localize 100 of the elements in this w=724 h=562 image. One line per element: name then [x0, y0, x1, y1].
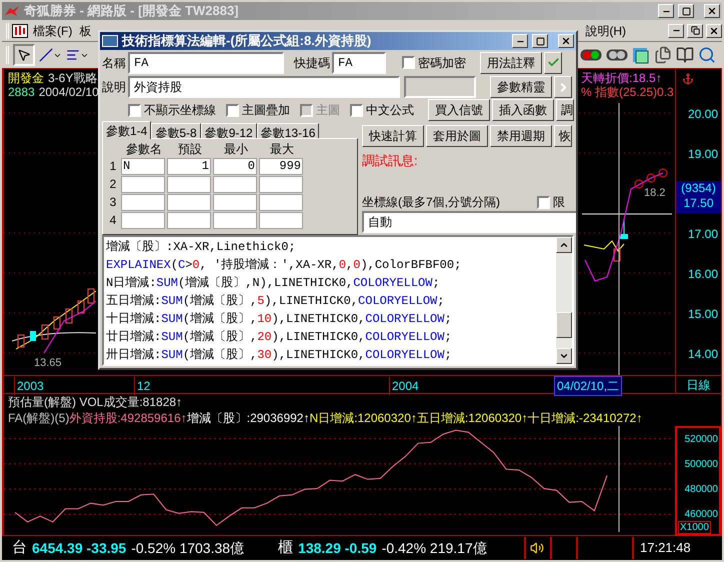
parameter-cell[interactable]: 999: [259, 158, 303, 174]
parameter-tab[interactable]: 參數9-12: [200, 123, 257, 139]
line-icon: [39, 48, 53, 62]
parameter-cell[interactable]: [167, 194, 211, 210]
indicator-legend: FA(解盤)(5): [8, 409, 70, 427]
y-axis-label: 520000: [684, 434, 718, 446]
stock-name: 開發金: [8, 71, 44, 85]
check-icon: [546, 56, 560, 69]
maximize-button[interactable]: [532, 34, 548, 48]
close-button[interactable]: [558, 34, 574, 48]
dialog-button[interactable]: 恢: [554, 125, 572, 147]
menu-item[interactable]: 說明(H): [583, 22, 628, 40]
maximize-button[interactable]: [678, 4, 694, 18]
dialog-button[interactable]: 用法註釋: [480, 52, 542, 74]
parameter-cell[interactable]: [213, 194, 257, 210]
close-icon: [709, 26, 719, 36]
market-quote: 6454.39 -33.95: [32, 538, 126, 558]
parameter-cell[interactable]: [121, 194, 165, 210]
restore-button[interactable]: [687, 24, 703, 38]
list-icon: [66, 48, 80, 62]
next-button[interactable]: [554, 76, 572, 98]
scrollbar[interactable]: [556, 237, 572, 364]
checkbox-label: 中文公式: [366, 102, 414, 119]
indicator-legend: N日增減:12060320↑: [309, 409, 417, 427]
column-header: 參數名: [125, 141, 163, 158]
parameter-cell[interactable]: [259, 194, 303, 210]
menu-item[interactable]: 板: [77, 22, 94, 40]
dialog-title: 技術指標算法編輯-(所屬公式組:8.外資持股): [122, 32, 372, 50]
parameter-cell[interactable]: [167, 176, 211, 192]
checkbox-label: 主圖: [316, 102, 340, 119]
parameter-cell[interactable]: 0: [213, 158, 257, 174]
dialog-button[interactable]: 快速計算: [362, 125, 424, 147]
glasses-icon[interactable]: [606, 48, 628, 62]
pointer-tool-button[interactable]: [13, 44, 35, 66]
indicator-legend: 增減〔股〕:29036992↑: [186, 409, 310, 427]
current-price-box: (9354) 17.50: [676, 181, 721, 213]
parameter-cell[interactable]: [167, 212, 211, 228]
anchor-icon: [682, 73, 694, 85]
menu-item[interactable]: 檔案(F): [31, 22, 74, 40]
checkbox[interactable]: [350, 104, 363, 116]
y-axis-label: 480000: [684, 484, 718, 496]
dialog-button[interactable]: 調: [556, 99, 574, 121]
parameter-tab[interactable]: 參數13-16: [256, 123, 320, 139]
indicator-legend: 十日增減:-23410272↑: [528, 409, 642, 427]
parameter-cell[interactable]: 1: [167, 158, 211, 174]
dialog-button[interactable]: 套用於圖: [426, 125, 488, 147]
parameter-tab[interactable]: 參數5-8: [151, 123, 201, 139]
parameter-cell[interactable]: N: [121, 158, 165, 174]
code-line: 廿日增減:SUM(增減〔股〕,20),LINETHICK0,COLORYELLOW;: [106, 329, 452, 346]
parameter-cell[interactable]: [213, 212, 257, 228]
dialog-button[interactable]: 禁用週期: [490, 125, 552, 147]
close-button[interactable]: [704, 4, 720, 18]
axis-lines-field[interactable]: 自動: [362, 211, 576, 233]
minimize-button[interactable]: [658, 4, 674, 18]
list-tool-button[interactable]: [66, 48, 89, 62]
checkbox-label: 不顯示坐標線: [144, 102, 216, 119]
checkbox[interactable]: [537, 196, 550, 208]
speaker-icon[interactable]: [530, 541, 544, 555]
fox-logo-icon: [4, 5, 20, 17]
line-tool-button[interactable]: [39, 48, 62, 62]
parameter-tab[interactable]: 參數1-4: [102, 121, 152, 139]
checkbox[interactable]: [402, 56, 415, 69]
dialog-button[interactable]: 買入信號: [428, 99, 490, 121]
parameter-cell[interactable]: [121, 176, 165, 192]
scroll-down-icon[interactable]: [559, 351, 569, 361]
minimize-button[interactable]: [668, 24, 684, 38]
checkbox[interactable]: [128, 104, 141, 116]
checkbox[interactable]: [226, 104, 239, 116]
indicator-reading: % 指數(25.25)0.3: [581, 85, 674, 99]
volume-header: 預估量(解盤) VOL成交量:81828↑: [8, 394, 182, 411]
confirm-button[interactable]: [544, 52, 562, 74]
code-line: N日增減:SUM(增減〔股〕,N),LINETHICK0,COLORYELLOW;: [106, 275, 440, 292]
parameter-cell[interactable]: [259, 212, 303, 228]
dialog-button[interactable]: 插入函數: [492, 99, 554, 121]
parameter-cell[interactable]: [121, 212, 165, 228]
market-name: 台: [12, 538, 27, 558]
row-number: 2: [108, 176, 118, 193]
minimize-button[interactable]: [512, 34, 528, 48]
column-header: 預設: [177, 141, 203, 158]
parameter-cell[interactable]: [213, 176, 257, 192]
price-axis-label: 17.00: [688, 226, 718, 243]
indicator-legend: 外資持股:492859616↑: [69, 409, 187, 427]
code-editor[interactable]: [102, 235, 574, 366]
code-line: 卅日增減:SUM(增減〔股〕,30),LINETHICK0,COLORYELLOW;: [106, 347, 452, 364]
documents-icon[interactable]: [654, 46, 672, 64]
restore-icon: [690, 26, 700, 35]
dialog-button[interactable]: 參數精靈: [490, 76, 552, 98]
close-button[interactable]: [706, 24, 722, 38]
scroll-up-icon[interactable]: [559, 240, 569, 250]
search-icon[interactable]: [698, 46, 716, 64]
traffic-light-icon[interactable]: [580, 48, 602, 62]
parameter-cell[interactable]: [259, 176, 303, 192]
shortcut-field[interactable]: FA: [332, 52, 386, 74]
name-field[interactable]: FA: [128, 52, 284, 74]
code-line: 增減〔股〕:XA-XR,Linethick0;: [106, 239, 296, 256]
book-icon[interactable]: [676, 46, 694, 64]
price-axis-label: 20.00: [688, 106, 718, 123]
scroll-thumb[interactable]: [556, 312, 572, 338]
description-field[interactable]: 外資持股: [128, 76, 400, 98]
period-label: 日線: [686, 376, 710, 394]
